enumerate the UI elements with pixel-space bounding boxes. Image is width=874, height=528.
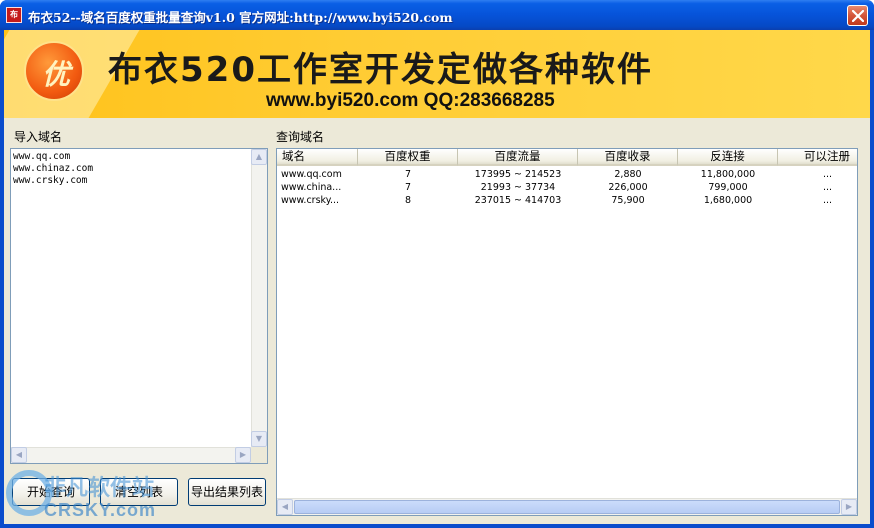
results-listview[interactable]: 域名 百度权重 百度流量 百度收录 反连接 可以注册 www.qq.com 7 …: [276, 148, 858, 516]
scroll-left-icon[interactable]: ◀: [11, 447, 27, 463]
badge-icon: 优: [24, 41, 84, 101]
window-title: 布衣52--域名百度权重批量查询v1.0 官方网址:http://www.byi…: [28, 10, 453, 25]
import-lines: www.qq.com www.chinaz.com www.crsky.com: [13, 151, 93, 187]
import-vertical-scrollbar[interactable]: ▲ ▼: [251, 149, 267, 447]
import-label: 导入域名: [14, 130, 63, 144]
cell-backlinks: 799,000: [708, 182, 748, 193]
cell-domain: www.crsky...: [281, 195, 340, 206]
results-horizontal-scrollbar[interactable]: ◀ ▶: [277, 498, 857, 515]
scroll-corner: [251, 447, 267, 463]
column-header-baidu-indexed[interactable]: 百度收录: [578, 149, 678, 166]
column-header-baidu-traffic[interactable]: 百度流量: [458, 149, 578, 166]
cell-indexed: 226,000: [608, 182, 648, 193]
badge-text: 优: [41, 58, 70, 91]
results-label: 查询域名: [276, 130, 325, 144]
cell-registrable: ...: [822, 182, 833, 193]
cell-domain: www.qq.com: [281, 169, 342, 180]
title-bar[interactable]: 布 布衣52--域名百度权重批量查询v1.0 官方网址:http://www.b…: [0, 0, 874, 30]
cell-traffic: 173995 ~ 214523: [474, 169, 562, 180]
app-window: 布 布衣52--域名百度权重批量查询v1.0 官方网址:http://www.b…: [0, 0, 874, 528]
scroll-left-icon[interactable]: ◀: [277, 499, 293, 515]
cell-backlinks: 11,800,000: [700, 169, 756, 180]
scroll-right-icon[interactable]: ▶: [841, 499, 857, 515]
import-horizontal-scrollbar[interactable]: ◀ ▶: [11, 447, 251, 463]
cell-registrable: ...: [822, 195, 833, 206]
import-domains-textarea[interactable]: www.qq.com www.chinaz.com www.crsky.com …: [10, 148, 268, 464]
column-header-backlinks[interactable]: 反连接: [678, 149, 778, 166]
column-header-baidu-weight[interactable]: 百度权重: [358, 149, 458, 166]
watermark-domain: CRSKY.com: [44, 500, 157, 520]
cell-backlinks: 1,680,000: [703, 195, 753, 206]
watermark-text: 非凡软件站: [44, 476, 155, 501]
scroll-up-icon[interactable]: ▲: [251, 149, 267, 165]
banner: 优 布衣520工作室开发定做各种软件 www.byi520.com QQ:283…: [4, 30, 870, 118]
banner-subtitle: www.byi520.com QQ:283668285: [266, 90, 555, 111]
watermark-logo: 非凡软件站 CRSKY.com: [4, 470, 164, 524]
cell-indexed: 2,880: [614, 169, 642, 180]
import-line: www.chinaz.com: [13, 163, 94, 174]
column-header-registrable[interactable]: 可以注册: [778, 149, 857, 166]
export-results-button[interactable]: 导出结果列表: [188, 478, 266, 506]
app-icon[interactable]: 布: [6, 7, 22, 23]
column-header-domain[interactable]: 域名: [277, 149, 358, 166]
cell-domain: www.china...: [281, 182, 342, 193]
import-line: www.qq.com: [13, 151, 71, 162]
results-header: 域名 百度权重 百度流量 百度收录 反连接 可以注册: [277, 149, 857, 166]
scroll-down-icon[interactable]: ▼: [251, 431, 267, 447]
cell-weight: 8: [404, 195, 412, 206]
cell-traffic: 21993 ~ 37734: [480, 182, 556, 193]
cell-traffic: 237015 ~ 414703: [474, 195, 562, 206]
cell-indexed: 75,900: [611, 195, 645, 206]
client-area: 优 布衣520工作室开发定做各种软件 www.byi520.com QQ:283…: [4, 30, 870, 524]
scrollbar-thumb[interactable]: [294, 500, 840, 514]
scroll-right-icon[interactable]: ▶: [235, 447, 251, 463]
cell-weight: 7: [404, 182, 412, 193]
import-line: www.crsky.com: [13, 175, 88, 186]
cell-weight: 7: [404, 169, 412, 180]
table-row[interactable]: www.qq.com 7 173995 ~ 214523 2,880 11,80…: [277, 168, 857, 181]
cell-registrable: ...: [822, 169, 833, 180]
table-row[interactable]: www.crsky... 8 237015 ~ 414703 75,900 1,…: [277, 194, 857, 207]
close-button[interactable]: [847, 5, 868, 26]
banner-title: 布衣520工作室开发定做各种软件: [108, 50, 653, 90]
table-row[interactable]: www.china... 7 21993 ~ 37734 226,000 799…: [277, 181, 857, 194]
close-icon: [852, 10, 864, 22]
